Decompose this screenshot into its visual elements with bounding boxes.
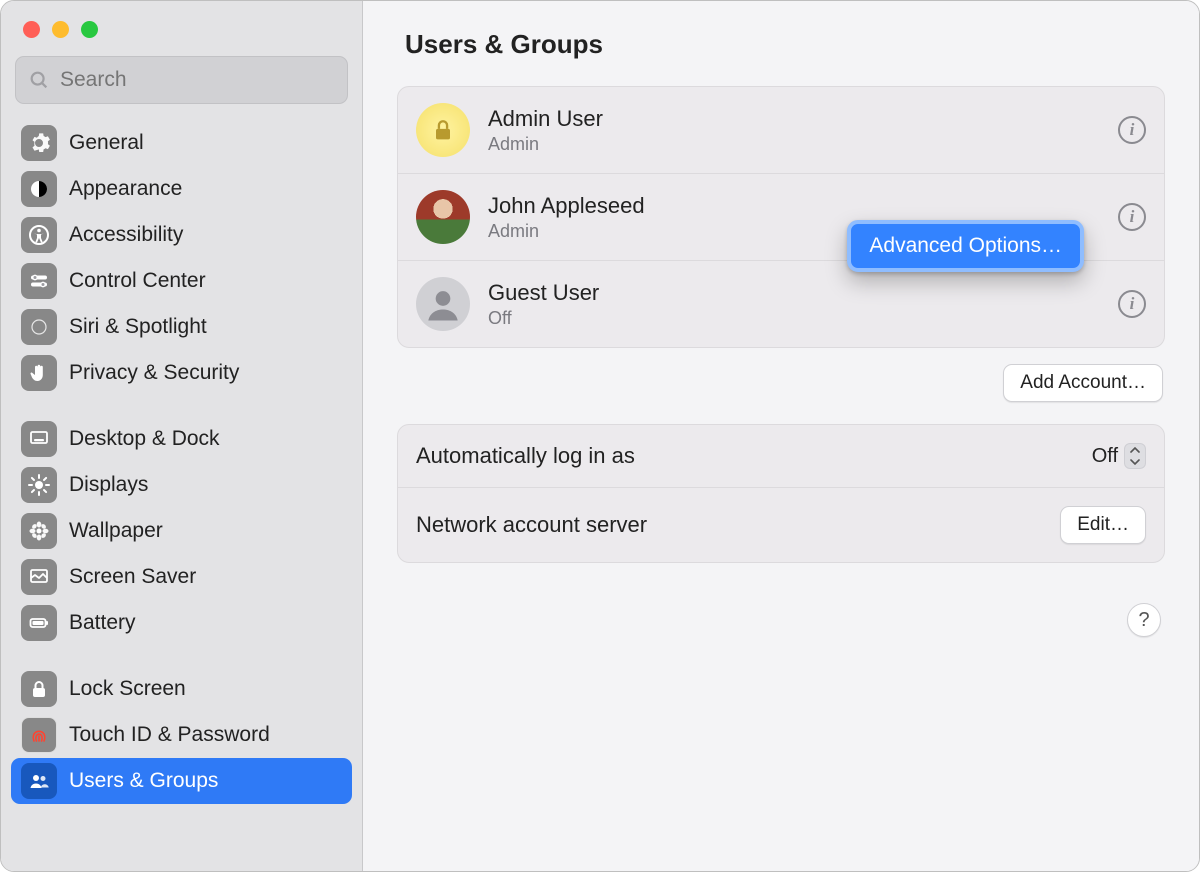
user-name: John Appleseed <box>488 193 645 219</box>
avatar-photo <box>416 190 470 244</box>
sidebar-item-label: Touch ID & Password <box>69 723 270 747</box>
sidebar-item-label: Control Center <box>69 269 206 293</box>
search-field[interactable] <box>15 56 348 104</box>
window-controls <box>1 15 362 56</box>
network-account-row: Network account server Edit… <box>398 487 1164 562</box>
sidebar-item-desktop-dock[interactable]: Desktop & Dock <box>11 416 352 462</box>
user-row-guest-user[interactable]: Guest User Off i <box>398 260 1164 347</box>
user-meta: John Appleseed Admin <box>488 193 645 242</box>
screensaver-icon <box>21 559 57 595</box>
network-account-label: Network account server <box>416 512 647 538</box>
sidebar-nav: General Appearance Accessibility Control… <box>1 114 362 810</box>
network-account-edit-button[interactable]: Edit… <box>1060 506 1146 544</box>
sidebar-item-label: General <box>69 131 144 155</box>
main-content: Users & Groups Admin User Admin i John A… <box>363 1 1199 871</box>
context-menu-advanced-options[interactable]: Advanced Options… <box>847 220 1084 272</box>
sidebar-item-label: Lock Screen <box>69 677 186 701</box>
sidebar-item-label: Appearance <box>69 177 182 201</box>
auto-login-label: Automatically log in as <box>416 443 635 469</box>
page-title: Users & Groups <box>405 29 1165 60</box>
sidebar-item-touch-id[interactable]: Touch ID & Password <box>11 712 352 758</box>
hand-icon <box>21 355 57 391</box>
search-icon <box>28 69 50 91</box>
auto-login-select[interactable]: Off <box>1092 443 1146 469</box>
user-info-button[interactable]: i <box>1118 290 1146 318</box>
sidebar-item-label: Siri & Spotlight <box>69 315 207 339</box>
minimize-window-button[interactable] <box>52 21 69 38</box>
sidebar-item-general[interactable]: General <box>11 120 352 166</box>
control-center-icon <box>21 263 57 299</box>
zoom-window-button[interactable] <box>81 21 98 38</box>
sidebar-item-lock-screen[interactable]: Lock Screen <box>11 666 352 712</box>
sidebar-item-label: Desktop & Dock <box>69 427 220 451</box>
user-meta: Guest User Off <box>488 280 599 329</box>
sidebar-item-appearance[interactable]: Appearance <box>11 166 352 212</box>
user-info-button[interactable]: i <box>1118 203 1146 231</box>
sidebar-item-screen-saver[interactable]: Screen Saver <box>11 554 352 600</box>
battery-icon <box>21 605 57 641</box>
gear-icon <box>21 125 57 161</box>
sidebar-item-label: Displays <box>69 473 148 497</box>
auto-login-value: Off <box>1092 445 1118 468</box>
login-settings-panel: Automatically log in as Off Network acco… <box>397 424 1165 563</box>
sidebar-item-accessibility[interactable]: Accessibility <box>11 212 352 258</box>
chevrons-icon <box>1124 443 1146 469</box>
siri-icon <box>21 309 57 345</box>
user-meta: Admin User Admin <box>488 106 603 155</box>
users-icon <box>21 763 57 799</box>
user-role: Admin <box>488 134 603 155</box>
sidebar-item-label: Screen Saver <box>69 565 196 589</box>
close-window-button[interactable] <box>23 21 40 38</box>
user-row-john-appleseed[interactable]: John Appleseed Admin i Advanced Options… <box>398 173 1164 260</box>
avatar-guest <box>416 277 470 331</box>
sun-icon <box>21 467 57 503</box>
users-panel: Admin User Admin i John Appleseed Admin … <box>397 86 1165 348</box>
sidebar-item-label: Privacy & Security <box>69 361 239 385</box>
sidebar-item-label: Users & Groups <box>69 769 218 793</box>
accessibility-icon <box>21 217 57 253</box>
sidebar-item-label: Battery <box>69 611 136 635</box>
fingerprint-icon <box>21 717 57 753</box>
add-account-button[interactable]: Add Account… <box>1003 364 1163 402</box>
desktop-dock-icon <box>21 421 57 457</box>
sidebar-item-control-center[interactable]: Control Center <box>11 258 352 304</box>
user-name: Admin User <box>488 106 603 132</box>
system-settings-window: General Appearance Accessibility Control… <box>0 0 1200 872</box>
sidebar-item-privacy-security[interactable]: Privacy & Security <box>11 350 352 396</box>
sidebar-item-users-groups[interactable]: Users & Groups <box>11 758 352 804</box>
appearance-icon <box>21 171 57 207</box>
flower-icon <box>21 513 57 549</box>
search-input[interactable] <box>58 67 335 93</box>
sidebar-item-battery[interactable]: Battery <box>11 600 352 646</box>
sidebar-item-label: Accessibility <box>69 223 183 247</box>
user-name: Guest User <box>488 280 599 306</box>
avatar-locked <box>416 103 470 157</box>
sidebar-item-siri-spotlight[interactable]: Siri & Spotlight <box>11 304 352 350</box>
user-info-button[interactable]: i <box>1118 116 1146 144</box>
lock-icon <box>21 671 57 707</box>
sidebar: General Appearance Accessibility Control… <box>1 1 363 871</box>
user-row-admin-user[interactable]: Admin User Admin i <box>398 87 1164 173</box>
sidebar-item-label: Wallpaper <box>69 519 163 543</box>
user-role: Admin <box>488 221 645 242</box>
sidebar-item-wallpaper[interactable]: Wallpaper <box>11 508 352 554</box>
help-button[interactable]: ? <box>1127 603 1161 637</box>
sidebar-item-displays[interactable]: Displays <box>11 462 352 508</box>
auto-login-row: Automatically log in as Off <box>398 425 1164 487</box>
user-role: Off <box>488 308 599 329</box>
